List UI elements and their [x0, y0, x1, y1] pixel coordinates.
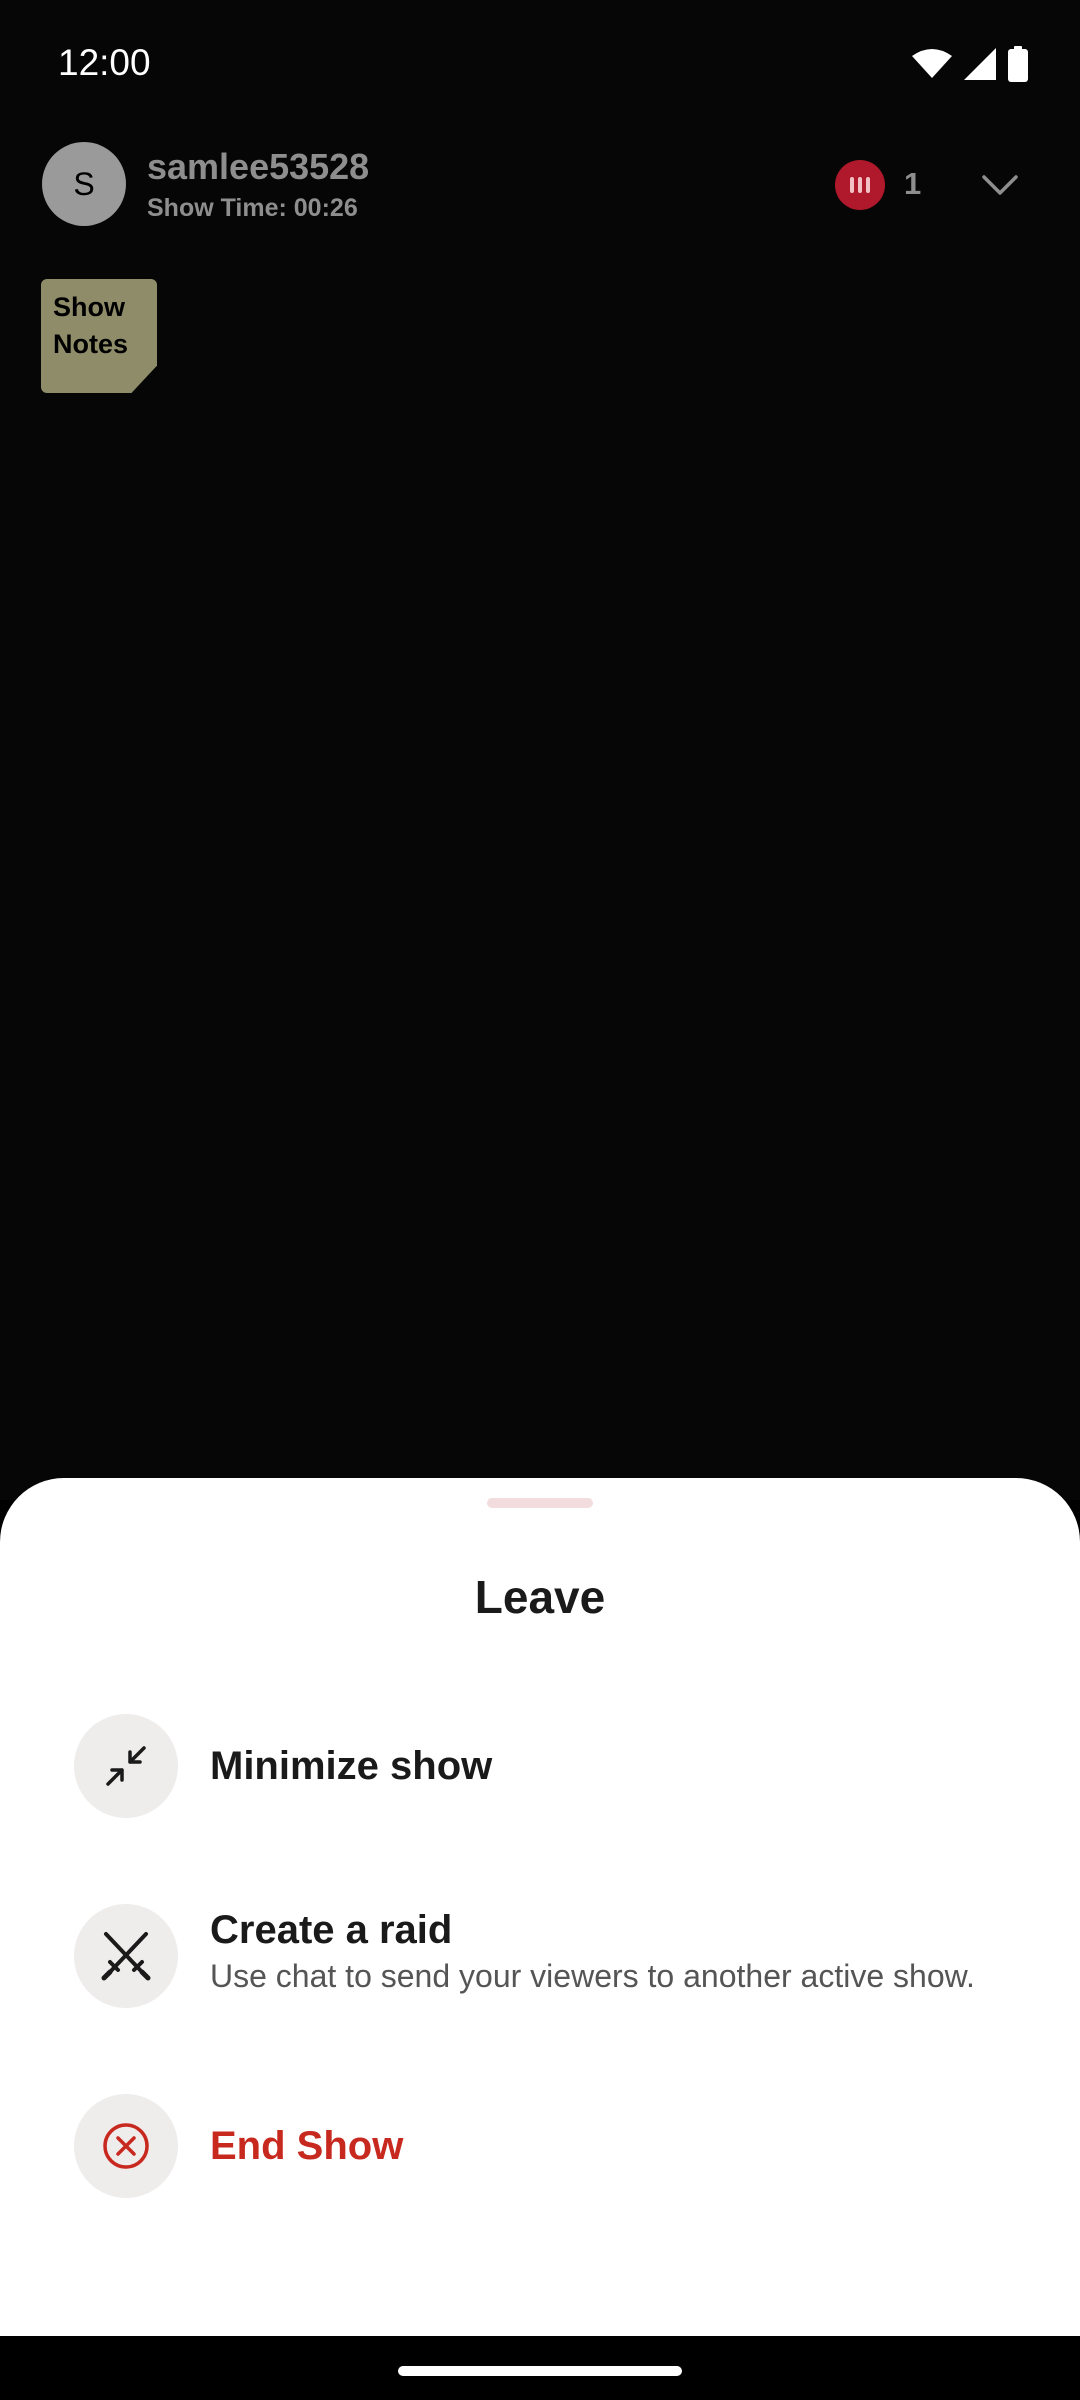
- end-show-option[interactable]: End Show: [0, 2086, 1080, 2206]
- sheet-drag-handle[interactable]: [487, 1498, 593, 1508]
- show-notes-button[interactable]: Show Notes: [41, 279, 157, 393]
- home-indicator[interactable]: [398, 2366, 682, 2376]
- status-time: 12:00: [58, 42, 151, 83]
- create-raid-option[interactable]: Create a raid Use chat to send your view…: [0, 1896, 1080, 2016]
- battery-icon: [1008, 46, 1028, 82]
- show-time: Show Time: 00:26: [147, 194, 358, 222]
- status-bar: 12:00: [0, 0, 1080, 130]
- crossed-swords-icon: [74, 1904, 178, 2008]
- close-circle-icon: [74, 2094, 178, 2198]
- viewers-icon[interactable]: [835, 160, 885, 210]
- signal-icon: [964, 48, 996, 80]
- chevron-down-icon[interactable]: [975, 160, 1025, 210]
- minimize-show-option[interactable]: Minimize show: [0, 1706, 1080, 1826]
- minimize-icon: [74, 1714, 178, 1818]
- minimize-show-label: Minimize show: [210, 1744, 493, 1788]
- sheet-title: Leave: [474, 1571, 606, 1623]
- status-icons: [912, 46, 1028, 82]
- end-show-label: End Show: [210, 2124, 404, 2168]
- navigation-bar: [0, 2336, 1080, 2400]
- create-raid-description: Use chat to send your viewers to another…: [210, 1958, 975, 1994]
- show-notes-label: Show Notes: [53, 292, 129, 359]
- viewer-count: 1: [904, 166, 922, 201]
- wifi-icon: [912, 49, 952, 78]
- leave-bottom-sheet: Leave Minimize show Create a raid Use ch…: [0, 1478, 1080, 2336]
- create-raid-label: Create a raid: [210, 1908, 453, 1952]
- host-username[interactable]: samlee53528: [147, 146, 369, 188]
- host-header: S samlee53528 Show Time: 00:26 1: [40, 142, 1040, 228]
- avatar[interactable]: S: [42, 142, 126, 226]
